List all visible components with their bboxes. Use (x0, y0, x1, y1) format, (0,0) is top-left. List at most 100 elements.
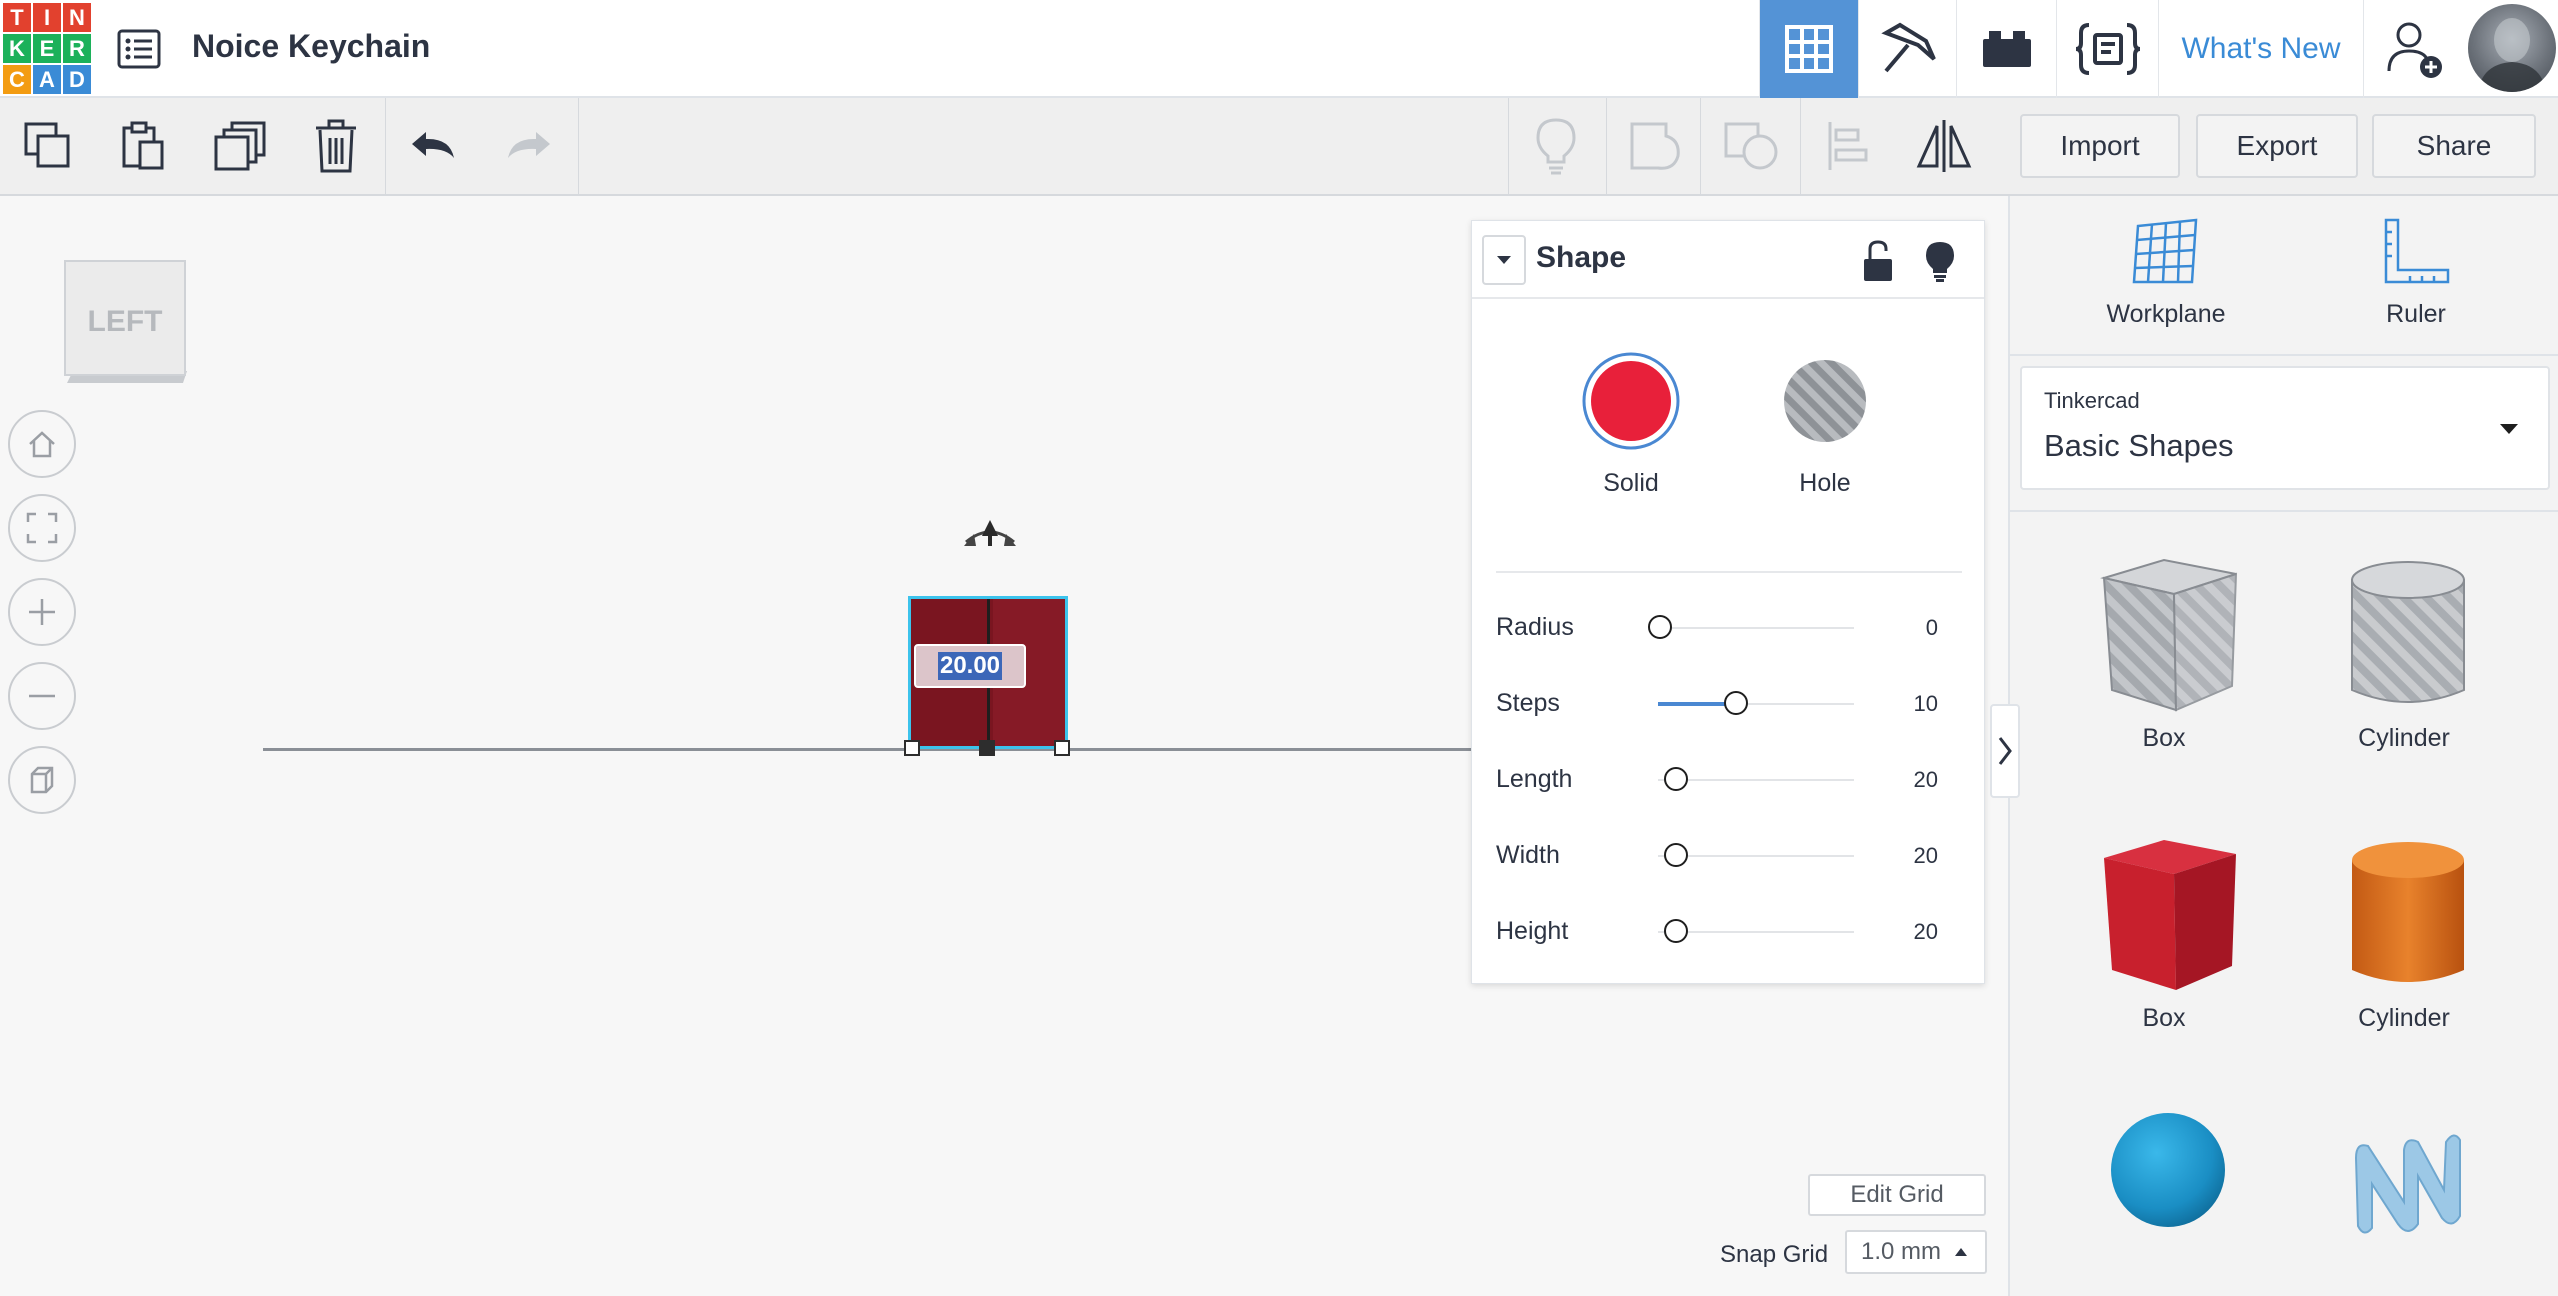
prop-value-input[interactable]: 0 (1926, 615, 1938, 641)
home-view-button[interactable] (8, 410, 76, 478)
resize-handle[interactable] (904, 740, 920, 756)
slider-knob[interactable] (1664, 843, 1688, 867)
toolbar-separator (385, 98, 386, 194)
prop-value-input[interactable]: 20 (1914, 919, 1938, 945)
shape-notes-button[interactable] (1922, 239, 1958, 283)
prop-steps: Steps 10 (1496, 683, 1962, 723)
collapse-inspector-button[interactable] (1482, 235, 1526, 285)
workplane-tool[interactable]: Workplane (2066, 216, 2266, 356)
divider (1496, 571, 1962, 573)
tab-blocks[interactable] (1858, 0, 1956, 98)
hole-label: Hole (1799, 469, 1851, 497)
logo-letter: A (33, 65, 61, 94)
prop-value-input[interactable]: 20 (1914, 767, 1938, 793)
collapse-sidebar-button[interactable] (1990, 704, 2020, 798)
share-button[interactable]: Share (2372, 114, 2536, 178)
caret-down-icon (2500, 424, 2518, 434)
solid-button[interactable] (1581, 351, 1681, 451)
hole-button[interactable] (1775, 351, 1875, 451)
tab-codeblocks[interactable] (2056, 0, 2158, 98)
prop-label: Steps (1496, 689, 1560, 717)
slider-knob[interactable] (1664, 767, 1688, 791)
shape-library-select[interactable]: Tinkercad Basic Shapes (2020, 366, 2550, 490)
ruler-tool[interactable]: Ruler (2316, 216, 2516, 356)
slider-track[interactable] (1658, 627, 1854, 629)
user-avatar[interactable] (2468, 4, 2556, 92)
paste-button[interactable] (106, 110, 178, 182)
cylinder-hole-icon (2351, 561, 2465, 703)
logo-letter: K (3, 34, 31, 63)
undo-button[interactable] (398, 110, 470, 182)
zoom-out-button[interactable] (8, 662, 76, 730)
ungroup-button[interactable] (1716, 110, 1788, 182)
workplane-label: Workplane (2106, 300, 2226, 328)
notes-button[interactable] (1520, 110, 1592, 182)
top-bar: T I N K E R C A D Noice Keychain What's … (0, 0, 2558, 98)
redo-button[interactable] (492, 110, 564, 182)
copy-button[interactable] (12, 110, 84, 182)
ungroup-icon (1724, 122, 1778, 170)
tinkercad-logo[interactable]: T I N K E R C A D (3, 3, 91, 95)
snap-grid-label: Snap Grid (1720, 1241, 1829, 1268)
align-icon (1828, 122, 1868, 170)
shape-label: Cylinder (2358, 724, 2450, 752)
view-cube-label: LEFT (88, 305, 163, 338)
edit-grid-button[interactable]: Edit Grid (1808, 1174, 1986, 1216)
plus-icon (29, 599, 55, 625)
group-button[interactable] (1620, 110, 1692, 182)
tab-bricks[interactable] (1956, 0, 2056, 98)
align-button[interactable] (1812, 110, 1884, 182)
home-icon (29, 431, 55, 458)
slider-knob[interactable] (1724, 691, 1748, 715)
invite-user-button[interactable] (2363, 0, 2465, 98)
prop-label: Length (1496, 765, 1573, 793)
slider-knob[interactable] (1664, 919, 1688, 943)
lock-button[interactable] (1860, 239, 1896, 283)
shape-scribble[interactable] (2304, 1076, 2504, 1296)
export-button[interactable]: Export (2196, 114, 2358, 178)
fit-view-button[interactable] (8, 494, 76, 562)
resize-handle[interactable] (979, 740, 995, 756)
caret-up-icon (1955, 1248, 1968, 1256)
slider-knob[interactable] (1648, 615, 1672, 639)
shapes-sidebar: Workplane Ruler Tinkercad Basic Shapes B… (2008, 196, 2558, 1296)
design-list-button[interactable] (116, 26, 162, 72)
prop-radius: Radius 0 (1496, 607, 1962, 647)
unlock-icon (1864, 240, 1892, 281)
logo-letter: N (63, 3, 91, 32)
zoom-in-button[interactable] (8, 578, 76, 646)
box-hole-icon (2100, 558, 2238, 712)
edit-toolbar: Import Export Share (0, 98, 2558, 196)
shape-box-solid[interactable]: Box (2064, 806, 2264, 1046)
delete-button[interactable] (300, 110, 372, 182)
hole-stripes-icon (1784, 360, 1866, 442)
shape-sphere[interactable] (2064, 1076, 2264, 1296)
perspective-button[interactable] (8, 746, 76, 814)
prop-label: Height (1496, 917, 1569, 945)
duplicate-button[interactable] (204, 110, 276, 182)
shape-box-hole[interactable]: Box (2064, 526, 2264, 766)
library-name: Basic Shapes (2044, 428, 2234, 463)
prop-value-input[interactable]: 10 (1914, 691, 1938, 717)
view-cube[interactable]: LEFT (63, 259, 188, 387)
logo-letter: D (63, 65, 91, 94)
divider (2010, 510, 2558, 512)
paste-icon (122, 121, 164, 170)
dimension-input[interactable]: 20.00 (914, 644, 1026, 688)
resize-handle[interactable] (1054, 740, 1070, 756)
shape-cylinder-hole[interactable]: Cylinder (2304, 526, 2504, 766)
snap-grid-select[interactable]: 1.0 mm (1845, 1230, 1987, 1274)
import-button[interactable]: Import (2020, 114, 2180, 178)
inspector-header: Shape (1472, 221, 1984, 299)
whats-new-link[interactable]: What's New (2158, 0, 2363, 98)
bricks-icon (1982, 31, 2031, 67)
project-title[interactable]: Noice Keychain (192, 28, 430, 65)
shape-cylinder-solid[interactable]: Cylinder (2304, 806, 2504, 1046)
prop-value-input[interactable]: 20 (1914, 843, 1938, 869)
snap-grid-value: 1.0 mm (1861, 1238, 1942, 1265)
rotate-handle[interactable] (962, 516, 1018, 552)
mirror-button[interactable] (1908, 110, 1980, 182)
logo-letter: E (33, 34, 61, 63)
tab-3d-design[interactable] (1759, 0, 1858, 98)
logo-letter: R (63, 34, 91, 63)
